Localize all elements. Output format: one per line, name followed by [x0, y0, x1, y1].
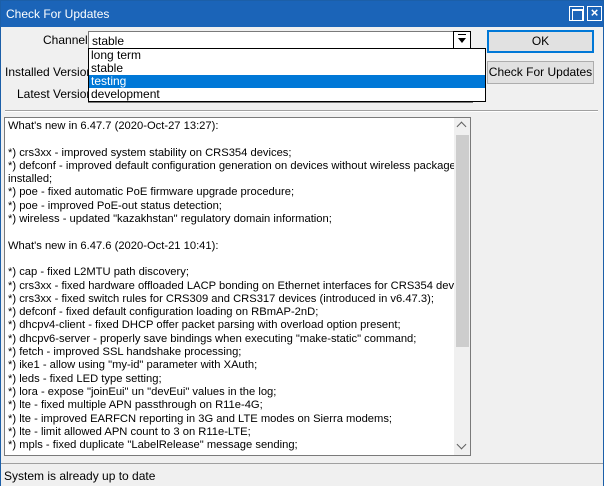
channel-option-long-term[interactable]: long term — [89, 49, 485, 62]
vertical-scrollbar[interactable] — [454, 118, 470, 455]
changelog-line: *) lora - expose "joinEui" un "devEui" v… — [8, 385, 277, 398]
scroll-down-icon[interactable] — [454, 438, 470, 455]
changelog-line: *) mpls - fixed duplicate "LabelRelease"… — [8, 439, 298, 452]
changelog-line: *) leds - fixed LED type setting; — [8, 372, 162, 385]
changelog-line — [8, 226, 453, 239]
chevron-down-icon[interactable] — [453, 31, 471, 49]
divider — [5, 110, 598, 112]
changelog-line: *) crs3xx - fixed switch rules for CRS30… — [8, 292, 434, 305]
changelog-line — [8, 253, 453, 266]
channel-option-development[interactable]: development — [89, 88, 485, 101]
changelog-line: *) cap - fixed L2MTU path discovery; — [8, 266, 189, 279]
changelog-line: *) ike1 - allow using "my-id" parameter … — [8, 359, 258, 372]
channel-dropdown-list: long term stable testing development — [88, 48, 486, 102]
title-bar[interactable]: Check For Updates × — [1, 1, 603, 27]
changelog-line: *) fetch - improved SSL handshake proces… — [8, 346, 242, 359]
changelog-line: *) lte - fixed multiple APN passthrough … — [8, 399, 263, 412]
maximize-icon[interactable] — [569, 6, 584, 21]
changelog-line: *) crs3xx - fixed hardware offloaded LAC… — [8, 279, 471, 292]
status-bar: System is already up to date — [1, 463, 603, 486]
scroll-up-icon[interactable] — [454, 118, 470, 135]
window-title: Check For Updates — [6, 7, 110, 21]
changelog-line: *) crs3xx - improved system stability on… — [8, 146, 292, 159]
channel-label: Channel: — [43, 33, 92, 47]
changelog-line: *) lte - improved EARFCN reporting in 3G… — [8, 412, 393, 425]
check-for-updates-window: Check For Updates × Channel: stable long… — [0, 0, 604, 486]
check-for-updates-button[interactable]: Check For Updates — [487, 61, 594, 84]
changelog-textarea[interactable]: What's new in 6.47.7 (2020-Oct-27 13:27)… — [4, 117, 471, 456]
channel-value: stable — [92, 34, 125, 48]
channel-option-stable[interactable]: stable — [89, 62, 485, 75]
channel-select[interactable]: stable — [88, 31, 471, 49]
installed-version-label: Installed Version: — [5, 65, 97, 79]
changelog-line — [8, 133, 453, 146]
changelog-line: *) poe - improved PoE-out status detecti… — [8, 199, 222, 212]
changelog-line: What's new in 6.47.7 (2020-Oct-27 13:27)… — [8, 120, 219, 132]
changelog-line: installed; — [8, 173, 53, 186]
ok-button[interactable]: OK — [487, 30, 594, 53]
changelog-line: *) lte - limit allowed APN count to 3 on… — [8, 425, 251, 438]
scrollbar-thumb[interactable] — [456, 135, 469, 347]
latest-version-label: Latest Version: — [17, 87, 97, 101]
changelog-lines: What's new in 6.47.7 (2020-Oct-27 13:27)… — [8, 120, 471, 452]
changelog-line: *) wireless - updated "kazakhstan" regul… — [8, 213, 332, 226]
changelog-line: *) dhcpv4-client - fixed DHCP offer pack… — [8, 319, 401, 332]
status-text: System is already up to date — [4, 469, 156, 483]
close-icon[interactable]: × — [587, 6, 602, 21]
changelog-line: *) defconf - improved default configurat… — [8, 159, 456, 172]
changelog-line: *) dhcpv6-server - properly save binding… — [8, 332, 417, 345]
changelog-line: *) poe - fixed automatic PoE firmware up… — [8, 186, 295, 199]
changelog-line: What's new in 6.47.6 (2020-Oct-21 10:41)… — [8, 239, 219, 252]
changelog-line: *) defconf - fixed default configuration… — [8, 306, 319, 319]
